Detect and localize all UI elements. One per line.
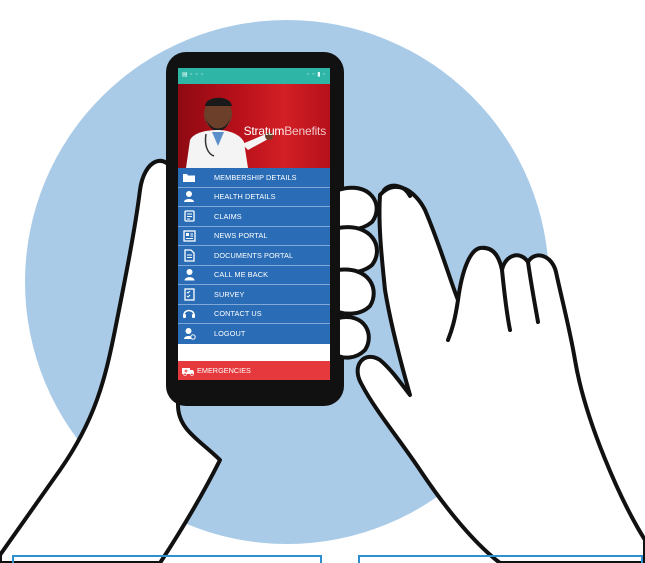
claims-icon <box>178 207 200 226</box>
survey-icon <box>178 285 200 304</box>
call-me-back-icon <box>178 265 200 284</box>
menu-item-label: DOCUMENTS PORTAL <box>214 250 294 260</box>
headset-icon <box>178 304 200 323</box>
document-icon <box>178 246 200 265</box>
menu-item-label: MEMBERSHIP DETAILS <box>214 172 297 182</box>
menu-item-health-details[interactable]: HEALTH DETAILS <box>178 187 330 207</box>
menu-item-logout[interactable]: LOGOUT <box>178 324 330 344</box>
logout-icon <box>178 324 200 343</box>
menu-item-label: CONTACT US <box>214 309 262 319</box>
menu-item-contact-us[interactable]: CONTACT US <box>178 304 330 324</box>
main-menu: MEMBERSHIP DETAILS HEALTH DETAILS CLAIMS… <box>178 168 330 344</box>
menu-item-label: HEALTH DETAILS <box>214 192 276 202</box>
emergencies-label: EMERGENCIES <box>197 366 251 375</box>
menu-item-documents-portal[interactable]: DOCUMENTS PORTAL <box>178 246 330 266</box>
ambulance-icon <box>181 366 195 376</box>
folder-icon <box>178 168 200 187</box>
brand-name-part1: Stratum <box>243 124 285 138</box>
status-icons-right: ◦ ◦ ▮ ◦ <box>306 71 326 78</box>
phone-screen: ▤ ◦ ◦ ◦ ◦ ◦ ▮ ◦ StratumBenefits MEMBERSH… <box>178 68 330 380</box>
menu-item-label: SURVEY <box>214 289 245 299</box>
newspaper-icon <box>178 226 200 245</box>
menu-item-label: LOGOUT <box>214 329 246 339</box>
menu-item-survey[interactable]: SURVEY <box>178 285 330 305</box>
brand-banner: StratumBenefits <box>178 84 330 168</box>
menu-item-claims[interactable]: CLAIMS <box>178 207 330 227</box>
bottom-panel-right <box>358 555 643 563</box>
bottom-panel-left <box>12 555 322 563</box>
brand-name-part2: Benefits <box>284 124 326 138</box>
menu-item-news-portal[interactable]: NEWS PORTAL <box>178 226 330 246</box>
status-bar: ▤ ◦ ◦ ◦ ◦ ◦ ▮ ◦ <box>178 68 330 84</box>
brand-logo: StratumBenefits <box>243 124 327 138</box>
menu-item-label: NEWS PORTAL <box>214 231 268 241</box>
menu-item-call-me-back[interactable]: CALL ME BACK <box>178 265 330 285</box>
emergencies-button[interactable]: EMERGENCIES <box>178 361 330 380</box>
menu-item-membership-details[interactable]: MEMBERSHIP DETAILS <box>178 168 330 188</box>
person-icon <box>178 187 200 206</box>
menu-item-label: CALL ME BACK <box>214 270 269 280</box>
menu-spacer <box>178 344 330 361</box>
menu-item-label: CLAIMS <box>214 211 242 221</box>
status-icons-left: ▤ ◦ ◦ ◦ <box>182 71 205 78</box>
